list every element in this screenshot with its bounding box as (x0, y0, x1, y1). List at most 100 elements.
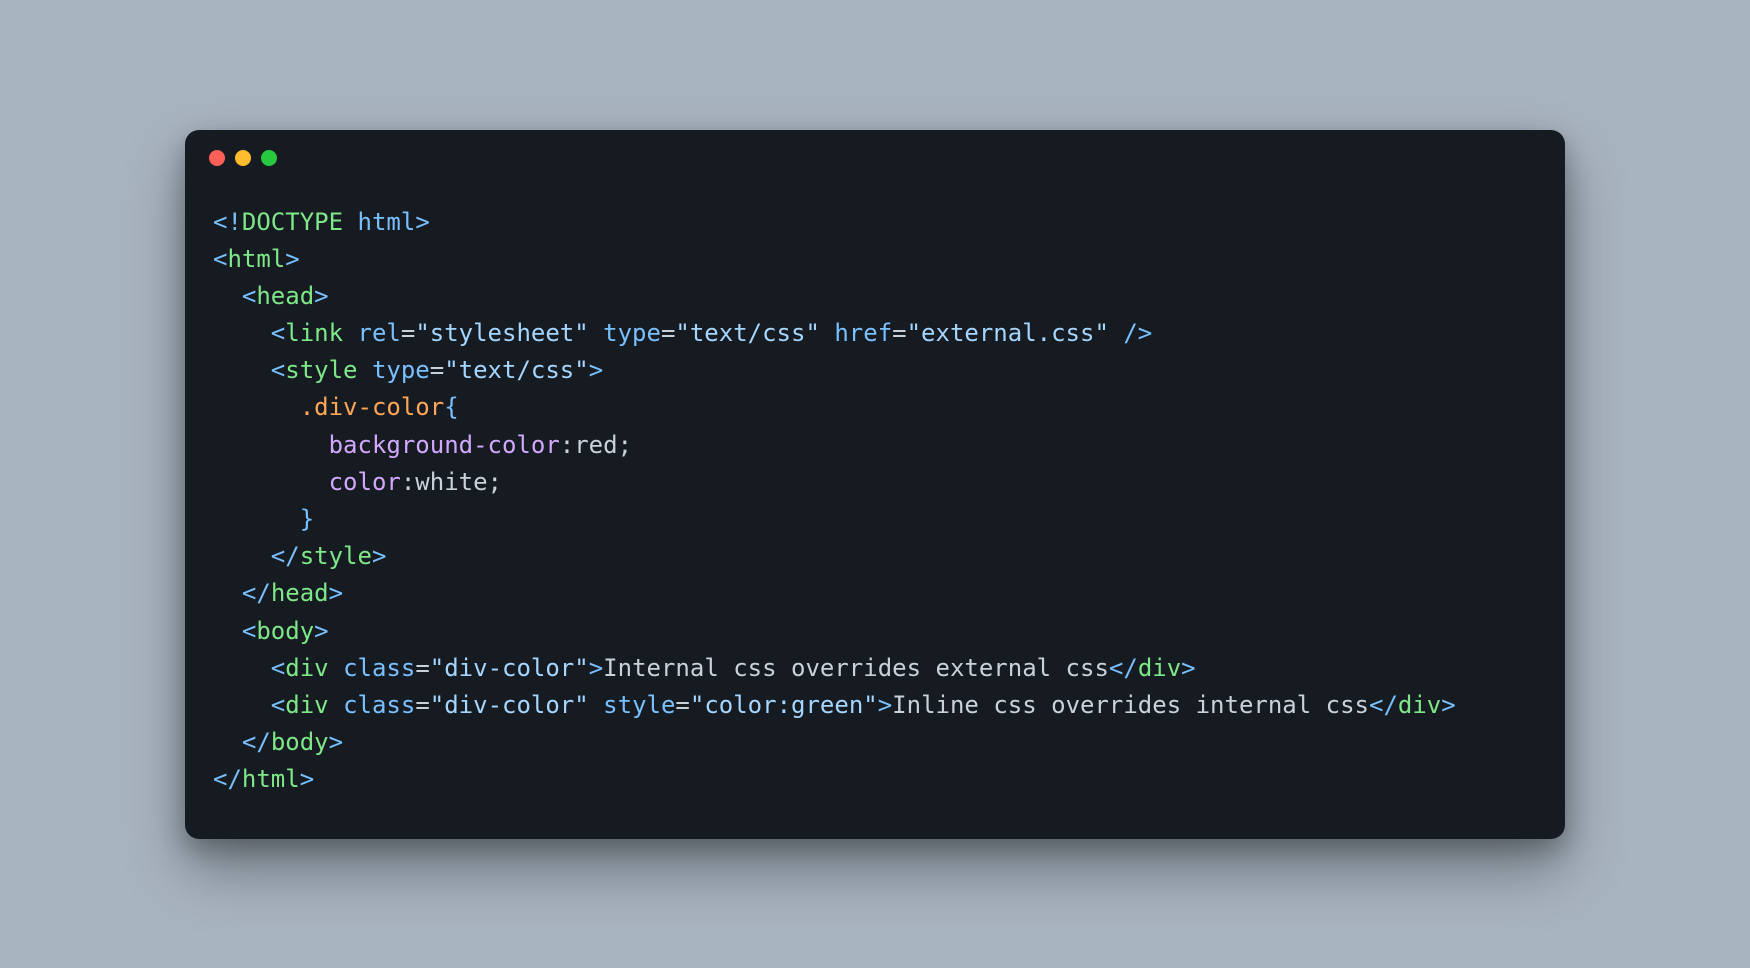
code-token (213, 356, 271, 384)
code-token: div (1138, 654, 1181, 682)
code-token: html (242, 765, 300, 793)
code-token: > (300, 765, 314, 793)
code-token: = (415, 691, 429, 719)
code-token (213, 654, 271, 682)
code-token (213, 617, 242, 645)
code-token (1109, 319, 1123, 347)
code-token (329, 691, 343, 719)
code-token: < (242, 282, 256, 310)
code-token: > (285, 245, 299, 273)
code-token: > (329, 579, 343, 607)
code-token: head (256, 282, 314, 310)
code-line: </head> (213, 575, 1537, 612)
code-token: > (589, 654, 603, 682)
close-icon[interactable] (209, 150, 225, 166)
code-token: div (1398, 691, 1441, 719)
code-token (343, 208, 357, 236)
code-token: { (444, 393, 458, 421)
code-token: > (878, 691, 892, 719)
code-token: class (343, 654, 415, 682)
code-token: > (314, 617, 328, 645)
code-token (213, 579, 242, 607)
code-token: type (372, 356, 430, 384)
code-token: style (603, 691, 675, 719)
code-token: < (271, 691, 285, 719)
code-token: link (285, 319, 343, 347)
code-token: "external.css" (907, 319, 1109, 347)
code-token: : (560, 431, 574, 459)
code-line: background-color:red; (213, 427, 1537, 464)
code-token: > (372, 542, 386, 570)
code-token (213, 691, 271, 719)
code-token: "color:green" (690, 691, 878, 719)
code-token: type (603, 319, 661, 347)
code-token: body (271, 728, 329, 756)
window-titlebar (185, 130, 1565, 186)
code-token: white (415, 468, 487, 496)
code-token: < (271, 319, 285, 347)
code-token: div (285, 654, 328, 682)
code-token: < (271, 356, 285, 384)
code-token: style (285, 356, 357, 384)
code-token (213, 505, 300, 533)
code-token: = (892, 319, 906, 347)
code-token (213, 393, 300, 421)
code-token: href (834, 319, 892, 347)
code-token: "text/css" (444, 356, 589, 384)
code-token: "text/css" (675, 319, 820, 347)
code-token: </ (213, 765, 242, 793)
code-token: rel (358, 319, 401, 347)
code-token (213, 431, 329, 459)
code-token: body (256, 617, 314, 645)
code-token: > (1441, 691, 1455, 719)
code-token: Inline css overrides internal css (892, 691, 1369, 719)
code-token (213, 728, 242, 756)
code-token: = (430, 356, 444, 384)
code-token (820, 319, 834, 347)
code-line: </body> (213, 724, 1537, 761)
code-token: head (271, 579, 329, 607)
code-token: </ (242, 728, 271, 756)
code-token (213, 468, 329, 496)
code-token: html (358, 208, 416, 236)
code-token: < (242, 617, 256, 645)
minimize-icon[interactable] (235, 150, 251, 166)
code-line: </style> (213, 538, 1537, 575)
code-token: "div-color" (430, 654, 589, 682)
code-window: <!DOCTYPE html><html> <head> <link rel="… (185, 130, 1565, 839)
code-token: "div-color" (430, 691, 589, 719)
code-token: < (213, 245, 227, 273)
code-token: > (589, 356, 603, 384)
code-token: ; (488, 468, 502, 496)
code-token: /> (1123, 319, 1152, 347)
code-token: ; (618, 431, 632, 459)
code-token (589, 319, 603, 347)
code-line: <div class="div-color">Internal css over… (213, 650, 1537, 687)
code-token: < (271, 654, 285, 682)
code-token: <! (213, 208, 242, 236)
maximize-icon[interactable] (261, 150, 277, 166)
code-token: div (285, 691, 328, 719)
code-token: > (415, 208, 429, 236)
code-token (589, 691, 603, 719)
code-token (213, 542, 271, 570)
code-line: <link rel="stylesheet" type="text/css" h… (213, 315, 1537, 352)
code-line: <style type="text/css"> (213, 352, 1537, 389)
code-line: <html> (213, 241, 1537, 278)
code-token: style (300, 542, 372, 570)
code-line: <div class="div-color" style="color:gree… (213, 687, 1537, 724)
code-token: html (227, 245, 285, 273)
code-token (329, 654, 343, 682)
code-token: </ (1369, 691, 1398, 719)
code-token (343, 319, 357, 347)
code-token (213, 282, 242, 310)
code-token: </ (242, 579, 271, 607)
code-line: color:white; (213, 464, 1537, 501)
code-token (358, 356, 372, 384)
code-token: : (401, 468, 415, 496)
code-line: </html> (213, 761, 1537, 798)
code-token: DOCTYPE (242, 208, 343, 236)
code-token: Internal css overrides external css (603, 654, 1109, 682)
code-token: > (314, 282, 328, 310)
code-line: .div-color{ (213, 389, 1537, 426)
